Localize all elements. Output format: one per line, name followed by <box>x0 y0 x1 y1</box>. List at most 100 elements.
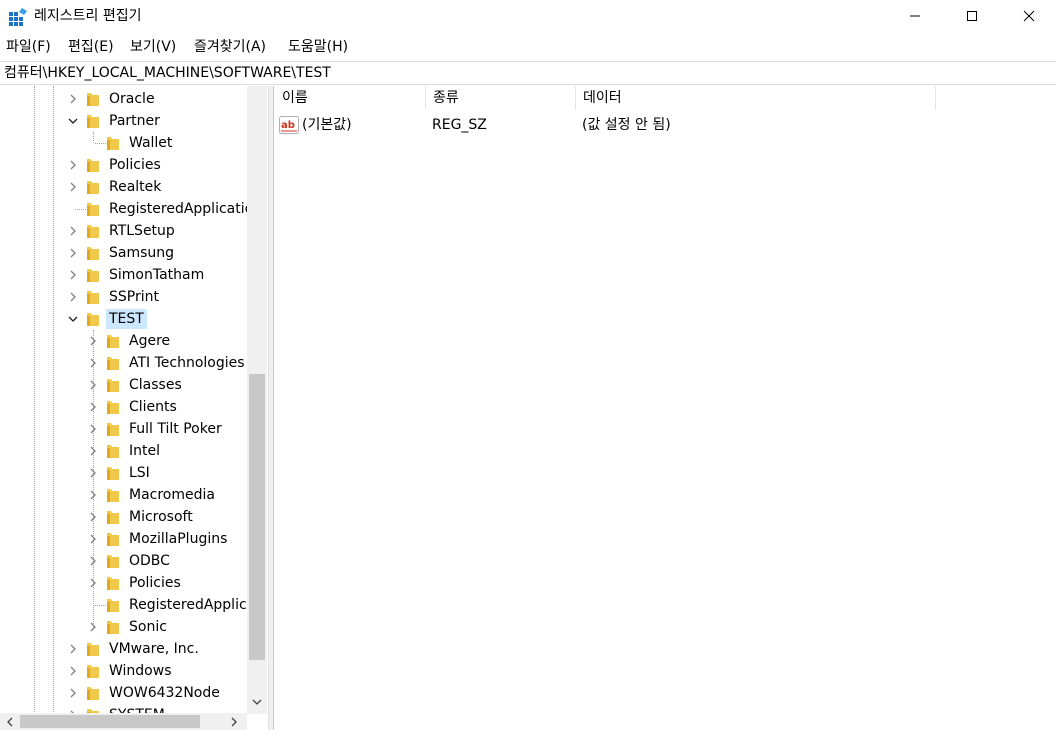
string-value-icon: ab <box>279 116 299 134</box>
menu-help[interactable]: 도움말(H) <box>288 38 348 56</box>
chevron-right-icon[interactable] <box>87 621 99 633</box>
tree-item-label: Microsoft <box>129 509 193 525</box>
chevron-right-icon[interactable] <box>67 181 79 193</box>
column-header-name[interactable]: 이름 <box>275 86 426 110</box>
chevron-right-icon[interactable] <box>67 247 79 259</box>
tree-horizontal-scrollbar[interactable] <box>0 713 247 730</box>
value-data: (값 설정 안 됨) <box>582 117 671 133</box>
chevron-right-icon[interactable] <box>87 577 99 589</box>
chevron-right-icon[interactable] <box>67 269 79 281</box>
tree-item[interactable]: WOW6432Node <box>0 682 247 704</box>
maximize-button[interactable] <box>949 0 995 32</box>
tree-item[interactable]: Samsung <box>0 242 247 264</box>
tree-item[interactable]: Intel <box>0 440 247 462</box>
chevron-right-icon[interactable] <box>87 511 99 523</box>
tree-vertical-scroll-thumb[interactable] <box>249 374 265 660</box>
chevron-right-icon[interactable] <box>87 423 99 435</box>
tree-item-label: RTLSetup <box>109 223 175 239</box>
tree-item[interactable]: MozillaPlugins <box>0 528 247 550</box>
folder-icon <box>87 665 99 678</box>
folder-icon <box>87 225 99 238</box>
tree-item[interactable]: LSI <box>0 462 247 484</box>
tree-item[interactable]: Policies <box>0 572 247 594</box>
tree-item[interactable]: Sonic <box>0 616 247 638</box>
tree-item[interactable]: Partner <box>0 110 247 132</box>
menu-favorites[interactable]: 즐겨찾기(A) <box>194 38 266 56</box>
folder-icon <box>87 313 99 326</box>
tree-item[interactable]: TEST <box>0 308 247 330</box>
tree-item[interactable]: Realtek <box>0 176 247 198</box>
pane-splitter[interactable] <box>268 86 274 730</box>
tree-item[interactable]: Agere <box>0 330 247 352</box>
maximize-icon <box>967 11 977 21</box>
tree-item[interactable]: VMware, Inc. <box>0 638 247 660</box>
values-list[interactable]: 이름 종류 데이터 ab (기본값) REG_SZ (값 설정 안 됨) <box>275 86 1056 730</box>
value-type: REG_SZ <box>432 117 487 133</box>
close-button[interactable] <box>1006 0 1052 32</box>
scroll-down-icon[interactable] <box>251 696 263 708</box>
chevron-right-icon[interactable] <box>87 533 99 545</box>
tree-item[interactable]: SSPrint <box>0 286 247 308</box>
folder-icon <box>107 467 119 480</box>
registry-editor-icon <box>9 8 27 26</box>
folder-icon <box>107 599 119 612</box>
minimize-button[interactable] <box>892 0 938 32</box>
address-bar[interactable]: 컴퓨터\HKEY_LOCAL_MACHINE\SOFTWARE\TEST <box>0 61 1056 85</box>
menu-bar: 파일(F) 편집(E) 보기(V) 즐겨찾기(A) 도움말(H) <box>0 36 1056 58</box>
tree-item[interactable]: Windows <box>0 660 247 682</box>
tree-item[interactable]: Microsoft <box>0 506 247 528</box>
menu-edit[interactable]: 편집(E) <box>68 38 114 56</box>
chevron-right-icon[interactable] <box>87 467 99 479</box>
key-tree[interactable]: Oracle Partner Wallet Policies Realtek Regist… <box>0 86 268 730</box>
chevron-right-icon[interactable] <box>67 665 79 677</box>
list-item[interactable]: ab (기본값) REG_SZ (값 설정 안 됨) <box>275 114 936 136</box>
chevron-down-icon[interactable] <box>67 115 79 127</box>
tree-item[interactable]: Clients <box>0 396 247 418</box>
tree-item[interactable]: RegisteredApplicatic <box>0 198 252 220</box>
tree-item-label: Intel <box>129 443 160 459</box>
chevron-right-icon[interactable] <box>87 335 99 347</box>
chevron-right-icon[interactable] <box>67 687 79 699</box>
tree-item-label: MozillaPlugins <box>129 531 228 547</box>
folder-icon <box>107 511 119 524</box>
tree-item[interactable]: SimonTatham <box>0 264 247 286</box>
tree-vertical-scrollbar[interactable] <box>247 86 267 714</box>
menu-file[interactable]: 파일(F) <box>6 38 51 56</box>
tree-item-label: SSPrint <box>109 289 159 305</box>
menu-view[interactable]: 보기(V) <box>130 38 176 56</box>
chevron-down-icon[interactable] <box>67 313 79 325</box>
tree-horizontal-scroll-thumb[interactable] <box>20 715 200 728</box>
folder-icon <box>87 247 99 260</box>
tree-item[interactable]: ODBC <box>0 550 247 572</box>
tree-item[interactable]: Oracle <box>0 88 247 110</box>
tree-item[interactable]: Wallet <box>0 132 247 154</box>
scroll-left-icon[interactable] <box>4 716 16 728</box>
chevron-right-icon[interactable] <box>67 159 79 171</box>
tree-item[interactable]: Macromedia <box>0 484 247 506</box>
address-path[interactable]: 컴퓨터\HKEY_LOCAL_MACHINE\SOFTWARE\TEST <box>4 65 331 82</box>
folder-icon <box>107 489 119 502</box>
tree-item[interactable]: Classes <box>0 374 247 396</box>
chevron-right-icon[interactable] <box>87 401 99 413</box>
tree-item[interactable]: ATI Technologies <box>0 352 247 374</box>
column-header-data[interactable]: 데이터 <box>576 86 936 110</box>
scroll-right-icon[interactable] <box>228 716 240 728</box>
chevron-right-icon[interactable] <box>87 379 99 391</box>
folder-icon <box>87 115 99 128</box>
folder-icon <box>107 555 119 568</box>
chevron-right-icon[interactable] <box>87 357 99 369</box>
chevron-right-icon[interactable] <box>87 445 99 457</box>
chevron-right-icon[interactable] <box>67 291 79 303</box>
folder-icon <box>107 379 119 392</box>
tree-item[interactable]: Policies <box>0 154 247 176</box>
chevron-right-icon[interactable] <box>67 643 79 655</box>
tree-item[interactable]: RTLSetup <box>0 220 247 242</box>
chevron-right-icon[interactable] <box>87 489 99 501</box>
chevron-right-icon[interactable] <box>67 93 79 105</box>
column-header-type[interactable]: 종류 <box>426 86 576 110</box>
folder-icon <box>107 423 119 436</box>
tree-item[interactable]: Full Tilt Poker <box>0 418 247 440</box>
chevron-right-icon[interactable] <box>87 555 99 567</box>
tree-item[interactable]: RegisteredApplica <box>0 594 255 616</box>
chevron-right-icon[interactable] <box>67 225 79 237</box>
